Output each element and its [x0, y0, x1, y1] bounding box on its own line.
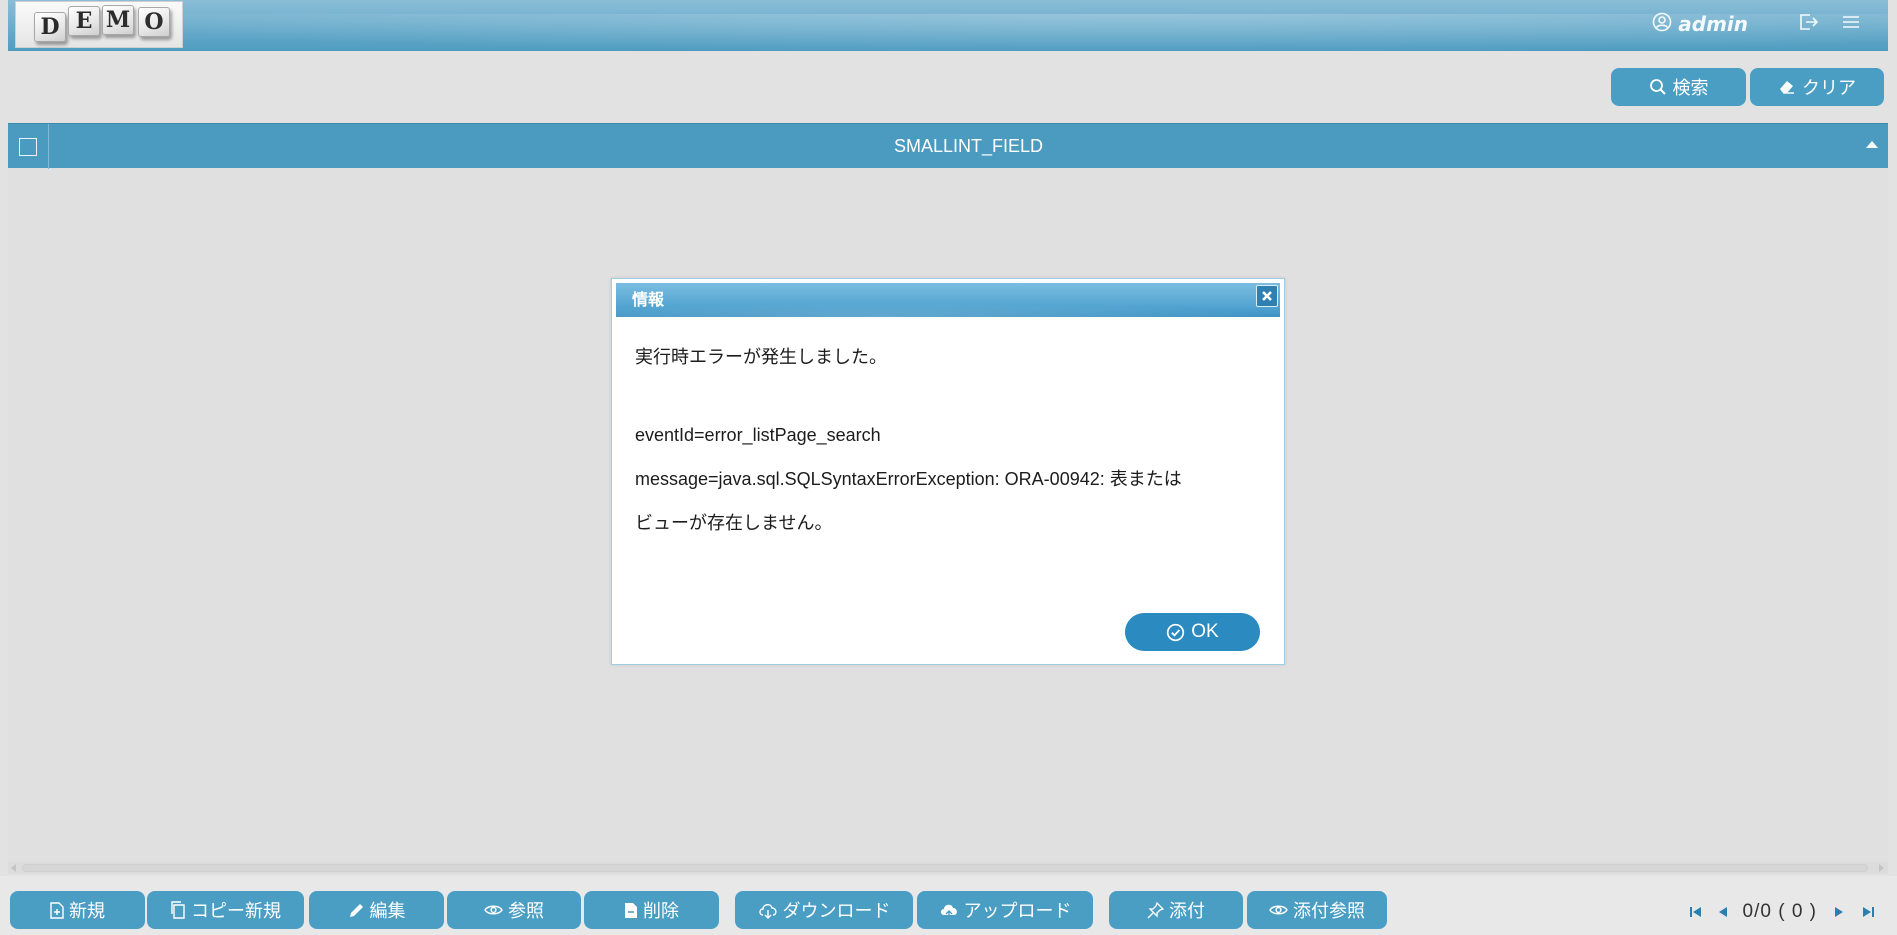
last-page-icon[interactable]: [1861, 905, 1875, 919]
copy-icon: [170, 901, 186, 919]
event-id-line: eventId=error_listPage_search: [635, 425, 881, 445]
next-page-icon[interactable]: [1833, 905, 1845, 919]
eye-icon: [1269, 903, 1288, 917]
delete-file-icon: [624, 902, 638, 919]
copy-new-button[interactable]: コピー新規: [147, 891, 304, 929]
first-page-icon[interactable]: [1689, 905, 1703, 919]
scroll-right-icon[interactable]: [1879, 864, 1884, 872]
grid-header-row: SMALLINT_FIELD: [8, 123, 1888, 169]
page-indicator: 0/0 ( 0 ): [1742, 901, 1817, 922]
eye-icon: [484, 903, 503, 917]
close-icon: [1261, 287, 1273, 306]
error-summary: 実行時エラーが発生しました。: [635, 347, 887, 367]
attach-view-button-label: 添付参照: [1293, 901, 1365, 922]
dialog-title: 情報: [632, 290, 665, 309]
search-button-label: 検索: [1672, 78, 1709, 99]
upload-button-label: アップロード: [963, 901, 1072, 922]
user-menu[interactable]: admin: [1652, 12, 1748, 36]
logo-tile-o: O: [138, 7, 170, 37]
logo-tile-m: M: [102, 5, 134, 35]
pagination: 0/0 ( 0 ): [1689, 900, 1875, 924]
select-all-checkbox[interactable]: [19, 138, 37, 156]
horizontal-scrollbar[interactable]: [8, 862, 1888, 874]
pencil-icon: [348, 902, 365, 919]
sort-asc-icon[interactable]: [1866, 141, 1878, 148]
menu-icon: [1842, 14, 1860, 34]
edit-button-label: 編集: [369, 901, 406, 922]
header-user-area: admin: [1652, 10, 1860, 38]
exception-line: message=java.sql.SQLSyntaxErrorException…: [635, 469, 1182, 489]
column-header-smallint-field[interactable]: SMALLINT_FIELD: [49, 124, 1888, 169]
select-all-cell: [8, 124, 49, 169]
exception-line-continued: ビューが存在しません。: [635, 513, 833, 533]
download-button-label: ダウンロード: [782, 901, 891, 922]
dialog-message: 実行時エラーが発生しました。 eventId=error_listPage_se…: [635, 345, 1264, 535]
attach-button[interactable]: 添付: [1109, 891, 1243, 929]
prev-page-icon[interactable]: [1717, 905, 1729, 919]
hamburger-menu-button[interactable]: [1842, 14, 1860, 34]
copy-new-button-label: コピー新規: [191, 901, 281, 922]
ok-button-label: OK: [1191, 621, 1219, 642]
app-header: D E M O admin: [8, 0, 1888, 51]
logo-tile-d: D: [34, 12, 66, 42]
search-icon: [1649, 78, 1667, 96]
upload-button[interactable]: アップロード: [917, 891, 1093, 929]
logout-button[interactable]: [1798, 12, 1820, 36]
attach-view-button[interactable]: 添付参照: [1247, 891, 1387, 929]
username-label: admin: [1678, 12, 1748, 36]
pin-icon: [1147, 901, 1164, 919]
check-circle-icon: [1166, 623, 1185, 642]
view-button[interactable]: 参照: [447, 891, 581, 929]
user-circle-icon: [1652, 12, 1672, 36]
view-button-label: 参照: [508, 901, 544, 922]
ok-button[interactable]: OK: [1125, 613, 1260, 651]
dialog-title-bar: 情報: [616, 283, 1280, 317]
download-button[interactable]: ダウンロード: [735, 891, 913, 929]
delete-button-label: 削除: [643, 901, 679, 922]
clear-button[interactable]: クリア: [1750, 68, 1884, 106]
cloud-download-icon: [758, 902, 778, 919]
info-dialog: 情報 実行時エラーが発生しました。 eventId=error_listPage…: [611, 278, 1285, 665]
scroll-left-icon[interactable]: [11, 864, 16, 872]
clear-button-label: クリア: [1802, 78, 1856, 99]
bottom-toolbar: 新規 コピー新規 編集 参照 削除 ダウンロード アップロード 添付 添付参照 …: [0, 876, 1897, 935]
eraser-icon: [1778, 78, 1796, 96]
logout-icon: [1798, 12, 1820, 36]
logo-tile-e: E: [68, 6, 100, 36]
scrollbar-track[interactable]: [22, 864, 1868, 872]
attach-button-label: 添付: [1169, 901, 1205, 922]
edit-button[interactable]: 編集: [309, 891, 444, 929]
demo-logo[interactable]: D E M O: [15, 1, 183, 48]
dialog-close-button[interactable]: [1256, 285, 1278, 307]
delete-button[interactable]: 削除: [584, 891, 719, 929]
search-button[interactable]: 検索: [1611, 68, 1746, 106]
new-file-icon: [50, 901, 64, 919]
new-button[interactable]: 新規: [10, 891, 145, 929]
cloud-upload-icon: [939, 902, 959, 919]
new-button-label: 新規: [69, 901, 105, 922]
